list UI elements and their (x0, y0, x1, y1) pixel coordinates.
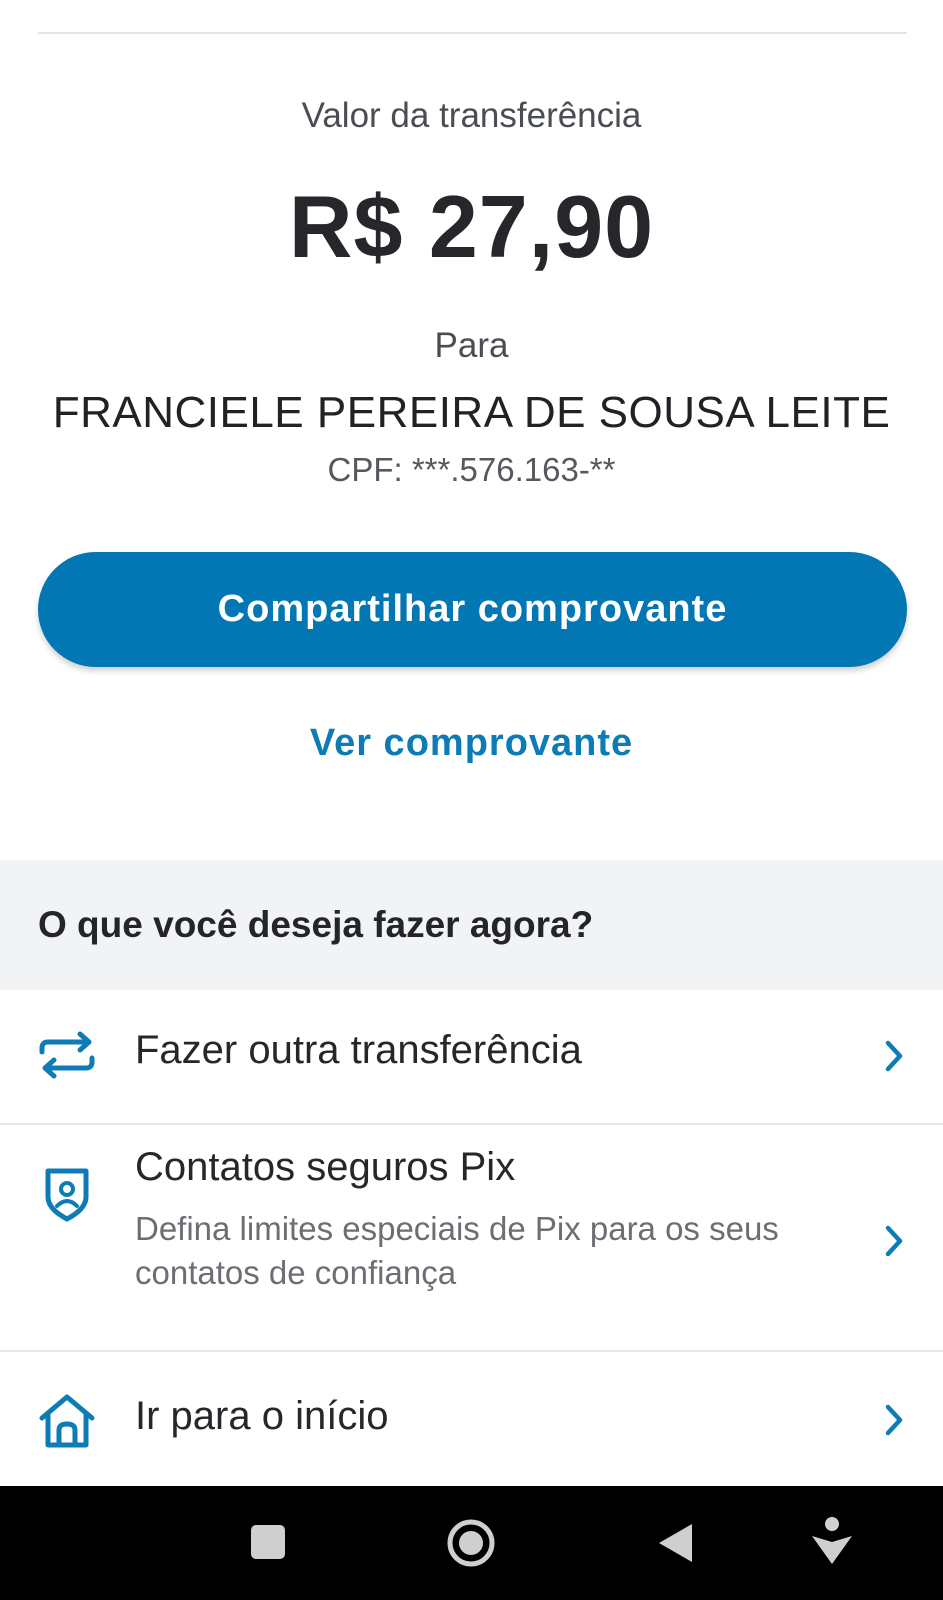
recipient-cpf: CPF: ***.576.163-** (327, 451, 616, 488)
action-row-new-transfer[interactable]: Fazer outra transferência (0, 990, 943, 1124)
recipient-label: Para (434, 326, 509, 365)
amount-label: Valor da transferência (301, 96, 642, 135)
accessibility-icon[interactable] (810, 1516, 854, 1566)
view-receipt-link[interactable]: Ver comprovante (0, 722, 943, 765)
action-row-secure-contacts[interactable]: Contatos seguros Pix Defina limites espe… (0, 1125, 943, 1351)
action-title: Contatos seguros Pix (135, 1145, 516, 1189)
transfer-receipt-screen: Valor da transferência R$ 27,90 Para FRA… (0, 0, 943, 1600)
action-title: Ir para o início (135, 1394, 389, 1438)
chevron-right-icon (885, 1225, 903, 1257)
transfer-arrows-icon (39, 1031, 95, 1079)
system-navigation-bar (0, 1486, 943, 1600)
action-title: Fazer outra transferência (135, 1028, 582, 1072)
back-triangle-icon[interactable] (656, 1522, 694, 1564)
chevron-right-icon (885, 1404, 903, 1436)
next-actions-header: O que você deseja fazer agora? (0, 860, 943, 990)
chevron-right-icon (885, 1040, 903, 1072)
home-circle-icon[interactable] (446, 1518, 496, 1568)
action-subtitle: Defina limites especiais de Pix para os … (135, 1210, 779, 1291)
action-row-go-home[interactable]: Ir para o início (0, 1352, 943, 1486)
shield-user-icon (45, 1168, 89, 1222)
share-receipt-button[interactable]: Compartilhar comprovante (38, 552, 907, 667)
transfer-amount: R$ 27,90 (288, 177, 655, 276)
recipient-name: FRANCIELE PEREIRA DE SOUSA LEITE (52, 388, 891, 437)
home-icon (39, 1394, 95, 1448)
recents-square-icon[interactable] (250, 1524, 286, 1560)
top-divider (38, 32, 907, 34)
